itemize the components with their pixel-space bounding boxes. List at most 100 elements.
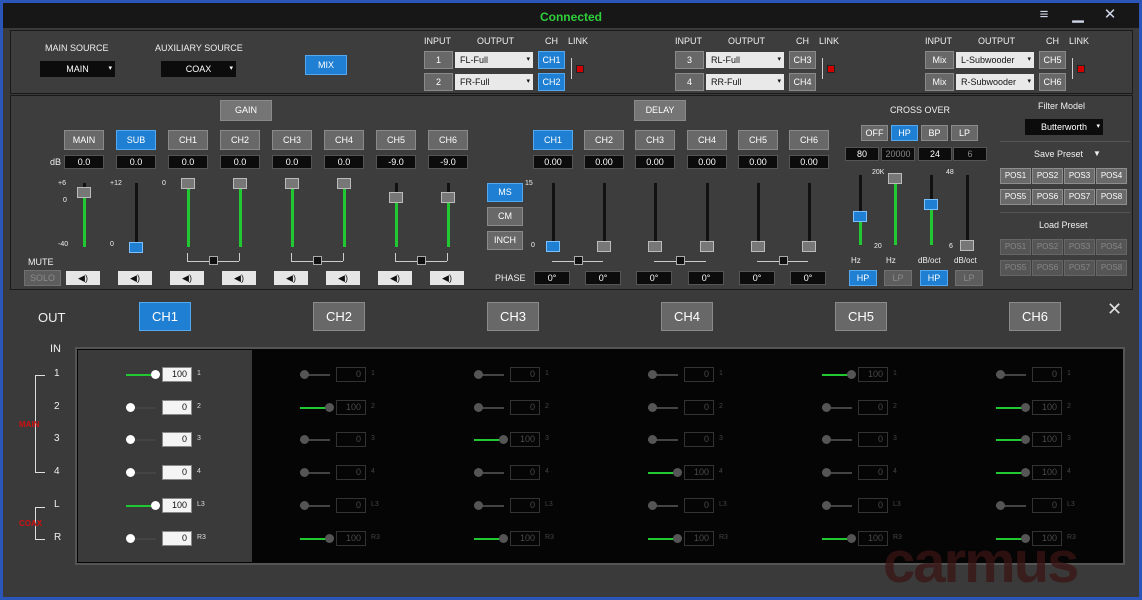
link-toggle[interactable] xyxy=(1077,65,1085,73)
crossover-hp-button[interactable]: HP xyxy=(920,270,948,286)
mix-fader-knob[interactable] xyxy=(1021,468,1030,477)
ch-button[interactable]: CH1 xyxy=(538,51,565,69)
gain-slider-knob[interactable] xyxy=(233,178,247,189)
ch-button[interactable]: CH4 xyxy=(789,73,816,91)
gain-value-field[interactable]: -9.0 xyxy=(428,155,468,169)
mix-value-field[interactable]: 0 xyxy=(510,498,540,513)
mix-value-field[interactable]: 0 xyxy=(162,531,192,546)
mix-fader-knob[interactable] xyxy=(648,403,657,412)
load-preset-slot[interactable]: POS3 xyxy=(1064,239,1095,255)
mix-fader-knob[interactable] xyxy=(648,501,657,510)
mix-fader-knob[interactable] xyxy=(996,501,1005,510)
gain-value-field[interactable]: 0.0 xyxy=(116,155,156,169)
output-tab[interactable]: CH3 xyxy=(487,302,539,331)
mix-value-field[interactable]: 100 xyxy=(684,465,714,480)
mix-fader-knob[interactable] xyxy=(1021,534,1030,543)
save-preset-slot[interactable]: POS4 xyxy=(1096,168,1127,184)
mix-fader-knob[interactable] xyxy=(300,435,309,444)
crossover-slider-knob[interactable] xyxy=(888,173,902,184)
speaker-icon[interactable]: ◀) xyxy=(326,271,360,285)
input-button[interactable]: 2 xyxy=(424,73,453,91)
save-preset-slot[interactable]: POS6 xyxy=(1032,189,1063,205)
mix-button[interactable]: MIX xyxy=(305,55,347,75)
mix-fader-knob[interactable] xyxy=(474,468,483,477)
output-tab[interactable]: CH1 xyxy=(139,302,191,331)
chevron-down-icon[interactable]: ▼ xyxy=(1093,149,1101,158)
output-select[interactable]: R-Subwooder ▾ xyxy=(956,74,1034,90)
gain-channel-button[interactable]: CH3 xyxy=(272,130,312,150)
minimize-icon[interactable]: ▁ xyxy=(1067,6,1089,24)
load-preset-slot[interactable]: POS2 xyxy=(1032,239,1063,255)
main-source-select[interactable]: MAIN ▾ xyxy=(40,61,115,77)
gain-channel-button[interactable]: CH4 xyxy=(324,130,364,150)
mix-value-field[interactable]: 0 xyxy=(684,432,714,447)
gain-channel-button[interactable]: CH2 xyxy=(220,130,260,150)
crossover-value-field[interactable]: 20000 xyxy=(881,147,915,161)
mix-fader-knob[interactable] xyxy=(499,435,508,444)
mix-fader-knob[interactable] xyxy=(648,370,657,379)
mix-fader-knob[interactable] xyxy=(474,403,483,412)
ch-button[interactable]: CH5 xyxy=(1039,51,1066,69)
mix-value-field[interactable]: 100 xyxy=(858,367,888,382)
mix-value-field[interactable]: 0 xyxy=(684,400,714,415)
mix-fader-knob[interactable] xyxy=(151,370,160,379)
mix-value-field[interactable]: 0 xyxy=(162,465,192,480)
delay-slider-knob[interactable] xyxy=(802,241,816,252)
save-preset-slot[interactable]: POS8 xyxy=(1096,189,1127,205)
gain-channel-button[interactable]: CH5 xyxy=(376,130,416,150)
save-preset-slot[interactable]: POS3 xyxy=(1064,168,1095,184)
mix-value-field[interactable]: 0 xyxy=(684,367,714,382)
input-button[interactable]: 3 xyxy=(675,51,704,69)
delay-channel-button[interactable]: CH3 xyxy=(635,130,675,150)
gain-value-field[interactable]: 0.0 xyxy=(64,155,104,169)
mix-fader-knob[interactable] xyxy=(126,468,135,477)
gain-value-field[interactable]: -9.0 xyxy=(376,155,416,169)
mix-fader-knob[interactable] xyxy=(847,370,856,379)
crossover-slider-knob[interactable] xyxy=(960,240,974,251)
aux-source-select[interactable]: COAX ▾ xyxy=(161,61,236,77)
delay-value-field[interactable]: 0.00 xyxy=(738,155,778,169)
delay-value-field[interactable]: 0.00 xyxy=(635,155,675,169)
mix-fader-knob[interactable] xyxy=(300,370,309,379)
phase-value-field[interactable]: 0° xyxy=(790,271,826,285)
delay-value-field[interactable]: 0.00 xyxy=(789,155,829,169)
mix-fader-knob[interactable] xyxy=(847,534,856,543)
crossover-mode-button[interactable]: HP xyxy=(891,125,918,141)
gain-value-field[interactable]: 0.0 xyxy=(324,155,364,169)
delay-slider-knob[interactable] xyxy=(751,241,765,252)
close-icon[interactable]: ✕ xyxy=(1107,299,1122,320)
close-icon[interactable]: ✕ xyxy=(1099,6,1121,24)
load-preset-slot[interactable]: POS6 xyxy=(1032,260,1063,276)
mix-value-field[interactable]: 0 xyxy=(510,465,540,480)
mix-value-field[interactable]: 0 xyxy=(858,498,888,513)
delay-channel-button[interactable]: CH1 xyxy=(533,130,573,150)
input-button[interactable]: Mix xyxy=(925,51,954,69)
mix-fader-knob[interactable] xyxy=(1021,403,1030,412)
gain-slider-knob[interactable] xyxy=(337,178,351,189)
ch-button[interactable]: CH2 xyxy=(538,73,565,91)
phase-value-field[interactable]: 0° xyxy=(739,271,775,285)
mix-fader-knob[interactable] xyxy=(151,501,160,510)
mix-fader-knob[interactable] xyxy=(300,501,309,510)
delay-value-field[interactable]: 0.00 xyxy=(687,155,727,169)
output-select[interactable]: RL-Full ▾ xyxy=(706,52,784,68)
gain-value-field[interactable]: 0.0 xyxy=(272,155,312,169)
mix-value-field[interactable]: 100 xyxy=(336,531,366,546)
gain-value-field[interactable]: 0.0 xyxy=(220,155,260,169)
output-select[interactable]: FR-Full ▾ xyxy=(455,74,533,90)
delay-unit-button[interactable]: INCH xyxy=(487,231,523,250)
solo-button[interactable]: SOLO xyxy=(24,270,61,286)
speaker-icon[interactable]: ◀) xyxy=(274,271,308,285)
output-select[interactable]: RR-Full ▾ xyxy=(706,74,784,90)
mix-value-field[interactable]: 100 xyxy=(1032,432,1062,447)
phase-value-field[interactable]: 0° xyxy=(636,271,672,285)
mix-value-field[interactable]: 0 xyxy=(510,367,540,382)
speaker-icon[interactable]: ◀) xyxy=(430,271,464,285)
save-preset-slot[interactable]: POS7 xyxy=(1064,189,1095,205)
gain-slider-knob[interactable] xyxy=(389,192,403,203)
output-tab[interactable]: CH5 xyxy=(835,302,887,331)
delay-slider-knob[interactable] xyxy=(648,241,662,252)
mix-fader-knob[interactable] xyxy=(474,501,483,510)
delay-unit-button[interactable]: MS xyxy=(487,183,523,202)
speaker-icon[interactable]: ◀) xyxy=(378,271,412,285)
